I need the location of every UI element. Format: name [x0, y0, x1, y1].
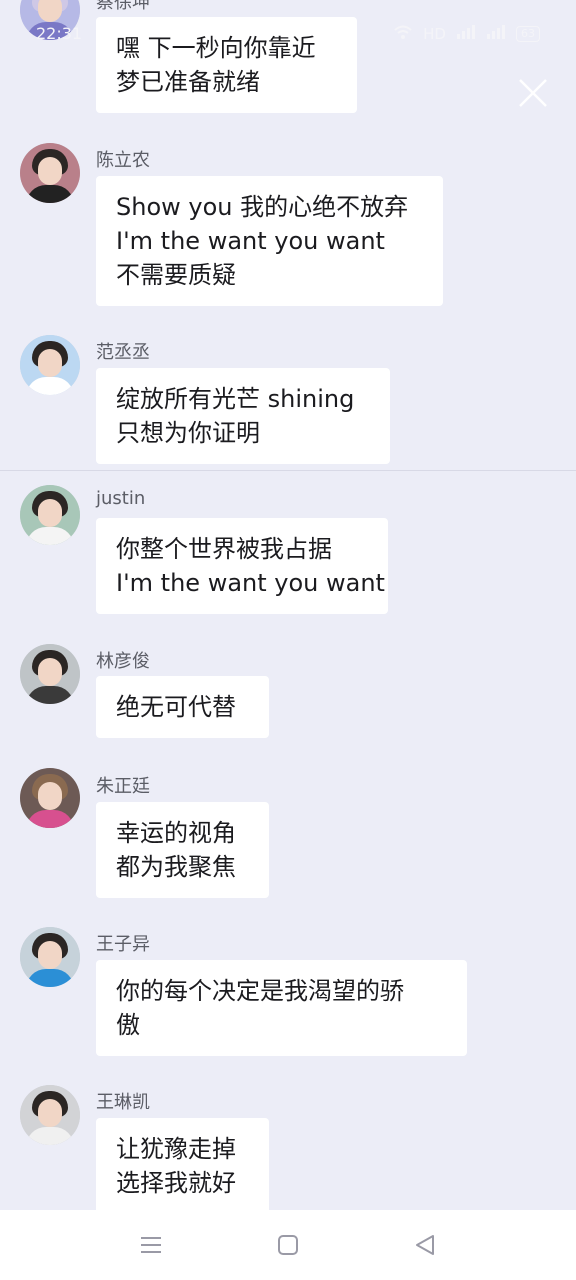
signal-icon: [456, 25, 476, 43]
message-line: I'm the want you want: [116, 569, 385, 597]
back-icon: [416, 1235, 434, 1255]
close-icon: [519, 79, 547, 107]
sender-name: 蔡徐坤: [96, 0, 150, 13]
home-button[interactable]: [275, 1232, 301, 1258]
sender-name: 范丞丞: [96, 342, 150, 363]
sender-name: 王琳凯: [96, 1092, 150, 1113]
status-bar: 22:31 HD 63: [0, 22, 576, 48]
back-button[interactable]: [412, 1232, 438, 1258]
message-bubble[interactable]: 幸运的视角 都为我聚焦: [96, 802, 269, 898]
signal-icon-2: [486, 25, 506, 43]
message-line: 你整个世界被我占据: [116, 535, 332, 563]
message-line: 选择我就好: [116, 1169, 236, 1197]
message-line: Show you 我的心绝不放弃: [116, 193, 409, 221]
sender-name: 朱正廷: [96, 776, 150, 797]
message-line: 只想为你证明: [116, 419, 260, 447]
close-button[interactable]: [512, 72, 554, 114]
divider: [0, 470, 576, 471]
avatar[interactable]: [20, 768, 80, 828]
message-bubble[interactable]: Show you 我的心绝不放弃 I'm the want you want 不…: [96, 176, 443, 306]
message-line: I'm the want you want: [116, 227, 385, 255]
avatar[interactable]: [20, 644, 80, 704]
message-line: 幸运的视角: [116, 819, 236, 847]
network-label: HD: [423, 25, 446, 43]
menu-icon: [141, 1237, 161, 1253]
battery-icon: 63: [516, 26, 540, 42]
message-line: 你的每个决定是我渴望的骄: [116, 977, 404, 1005]
message-line: 不需要质疑: [116, 261, 236, 289]
avatar[interactable]: [20, 1085, 80, 1145]
message-bubble[interactable]: 绝无可代替: [96, 676, 269, 738]
message-line: 绝无可代替: [116, 693, 236, 721]
message-bubble[interactable]: 绽放所有光芒 shining 只想为你证明: [96, 368, 390, 464]
message-bubble[interactable]: 你的每个决定是我渴望的骄 傲: [96, 960, 467, 1056]
sender-name: 王子异: [96, 934, 150, 955]
sender-name: justin: [96, 488, 146, 509]
home-icon: [278, 1235, 298, 1255]
avatar[interactable]: [20, 335, 80, 395]
status-time: 22:31: [36, 24, 83, 43]
menu-button[interactable]: [138, 1232, 164, 1258]
sender-name: 陈立农: [96, 150, 150, 171]
chat-messages[interactable]: 蔡徐坤 嘿 下一秒向你靠近 梦已准备就绪 陈立农 Show you 我的心绝不放…: [0, 0, 576, 1210]
sender-name: 林彦俊: [96, 651, 150, 672]
message-line: 绽放所有光芒 shining: [116, 385, 355, 413]
status-icons: HD 63: [393, 24, 540, 44]
avatar[interactable]: [20, 143, 80, 203]
message-bubble[interactable]: 你整个世界被我占据 I'm the want you want: [96, 518, 388, 614]
message-line: 梦已准备就绪: [116, 68, 260, 96]
message-line: 傲: [116, 1011, 140, 1039]
message-bubble[interactable]: 让犹豫走掉 选择我就好: [96, 1118, 269, 1210]
avatar[interactable]: [20, 927, 80, 987]
avatar[interactable]: [20, 485, 80, 545]
system-nav-bar: [0, 1210, 576, 1280]
message-line: 让犹豫走掉: [116, 1135, 236, 1163]
message-line: 都为我聚焦: [116, 853, 236, 881]
wifi-icon: [393, 24, 413, 44]
